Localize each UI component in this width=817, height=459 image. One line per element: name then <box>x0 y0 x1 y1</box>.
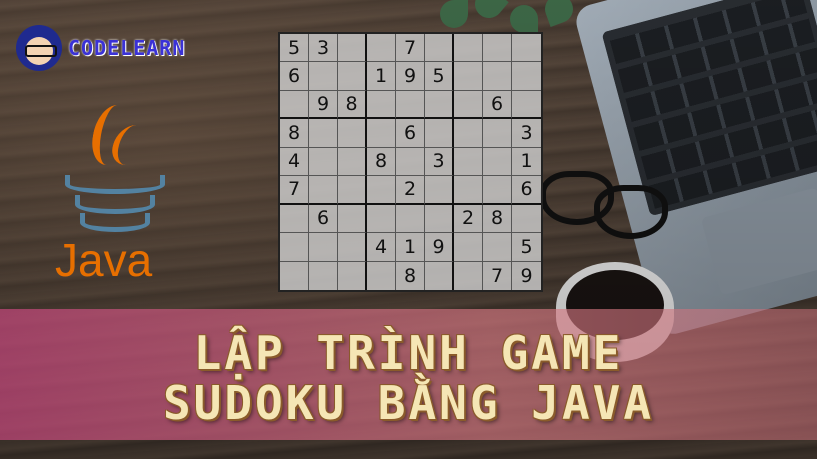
sudoku-cell <box>512 205 541 234</box>
sudoku-cell <box>309 119 338 148</box>
sudoku-cell <box>483 62 512 91</box>
title-line-1: LẬP TRÌNH GAME <box>193 326 624 380</box>
sudoku-cell <box>454 176 483 205</box>
sudoku-cell: 5 <box>425 62 454 91</box>
sudoku-cell: 8 <box>396 261 425 290</box>
sudoku-cell: 2 <box>396 176 425 205</box>
sudoku-cell: 7 <box>396 34 425 63</box>
codelearn-logo: CODELEARN <box>16 25 185 71</box>
sudoku-cell: 8 <box>338 90 367 120</box>
sudoku-cell: 3 <box>309 34 338 63</box>
sudoku-cell <box>454 119 483 148</box>
sudoku-cell <box>338 176 367 205</box>
sudoku-cell: 7 <box>483 261 512 290</box>
sudoku-cell <box>483 119 512 148</box>
sudoku-cell <box>454 34 483 63</box>
sudoku-cell <box>309 147 338 177</box>
sudoku-cell <box>483 147 512 177</box>
sudoku-cell: 6 <box>396 119 425 148</box>
java-logo: Java <box>55 105 165 295</box>
sudoku-cell <box>483 34 512 63</box>
brand-name: CODELEARN <box>68 36 186 60</box>
sudoku-board: 537619598686348317266284195879 <box>278 32 543 292</box>
sudoku-cell <box>338 204 367 234</box>
sudoku-cell <box>367 34 396 63</box>
sudoku-cell: 2 <box>454 204 483 234</box>
sudoku-cell <box>425 34 454 63</box>
sudoku-cell: 9 <box>396 62 425 91</box>
sudoku-cell: 4 <box>367 233 396 262</box>
sudoku-cell: 6 <box>280 62 309 91</box>
sudoku-cell: 6 <box>309 204 338 234</box>
sudoku-cell <box>367 119 396 148</box>
sudoku-cell <box>280 261 309 290</box>
sudoku-cell <box>338 233 367 262</box>
sudoku-cell <box>425 204 454 234</box>
sudoku-cell <box>338 261 367 290</box>
sudoku-cell: 1 <box>512 148 541 177</box>
sudoku-cell <box>280 233 309 262</box>
sudoku-cell: 5 <box>280 34 309 63</box>
sudoku-cell <box>309 261 338 290</box>
sudoku-cell <box>367 90 396 120</box>
sudoku-cell: 9 <box>309 90 338 120</box>
java-wordmark: Java <box>55 234 153 286</box>
sudoku-cell: 3 <box>512 119 541 148</box>
sudoku-cell <box>512 62 541 91</box>
sudoku-cell <box>367 261 396 290</box>
sudoku-cell <box>396 90 425 120</box>
sudoku-cell: 6 <box>512 176 541 205</box>
sudoku-cell <box>280 90 309 120</box>
sudoku-cell <box>425 90 454 120</box>
sudoku-cell <box>483 233 512 262</box>
sudoku-cell <box>309 62 338 91</box>
sudoku-cell <box>309 176 338 205</box>
title-line-2: SUDOKU BẰNG JAVA <box>162 376 655 430</box>
sudoku-cell <box>280 204 309 234</box>
sudoku-cell: 3 <box>425 147 454 177</box>
sudoku-cell <box>338 147 367 177</box>
sudoku-cell <box>367 176 396 205</box>
sudoku-cell: 4 <box>280 147 309 177</box>
sudoku-cell <box>512 91 541 120</box>
sudoku-cell: 9 <box>520 264 533 287</box>
sudoku-cell <box>338 34 367 63</box>
sudoku-cell <box>396 204 425 234</box>
sudoku-cell <box>454 90 483 120</box>
sudoku-cell: 1 <box>396 233 425 262</box>
sudoku-cell <box>396 147 425 177</box>
sudoku-cell <box>425 176 454 205</box>
sudoku-cell <box>367 204 396 234</box>
sudoku-cell <box>425 119 454 148</box>
sudoku-cell <box>454 62 483 91</box>
sudoku-cell <box>309 233 338 262</box>
sudoku-cell <box>454 233 483 262</box>
sudoku-cell <box>338 119 367 148</box>
sudoku-cell <box>425 261 454 290</box>
sudoku-cell: 8 <box>483 204 512 234</box>
sudoku-cell <box>338 62 367 91</box>
sudoku-cell: 7 <box>280 176 309 205</box>
mascot-avatar-icon <box>16 25 62 71</box>
sudoku-cell: 8 <box>280 119 309 148</box>
sudoku-cell <box>454 261 483 290</box>
sudoku-cell <box>512 34 541 63</box>
sudoku-cell: 1 <box>367 62 396 91</box>
sudoku-cell: 6 <box>483 90 512 120</box>
sudoku-cell <box>483 176 512 205</box>
sudoku-cell <box>454 147 483 177</box>
sudoku-cell: 9 <box>425 233 454 262</box>
sudoku-cell: 8 <box>367 147 396 177</box>
sudoku-cell: 5 <box>512 233 541 262</box>
